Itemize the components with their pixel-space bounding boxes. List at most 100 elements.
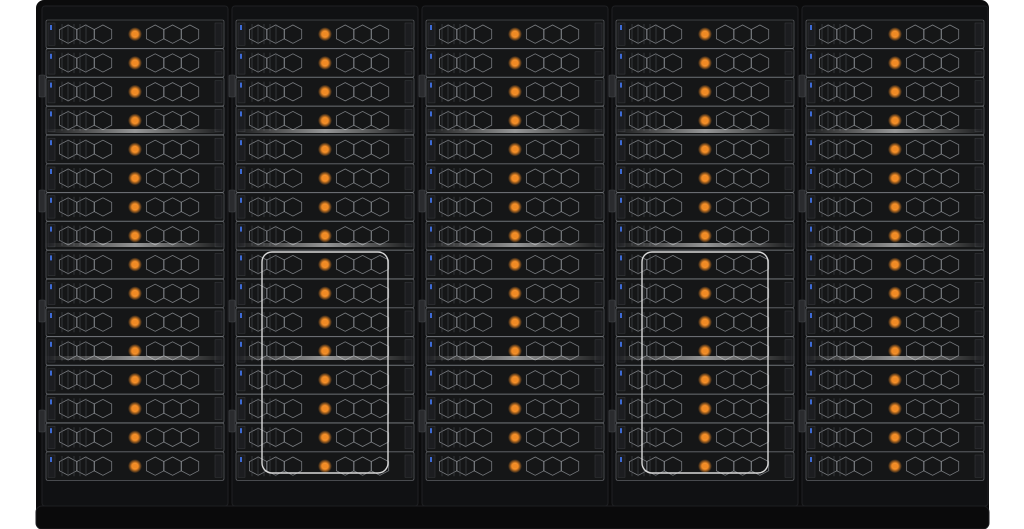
side-led	[620, 255, 622, 261]
server-ear-right	[974, 425, 983, 449]
server-unit	[425, 48, 605, 78]
side-led	[810, 53, 812, 59]
status-led	[701, 233, 709, 239]
server-unit	[805, 163, 985, 193]
server-unit	[45, 365, 225, 395]
status-led	[701, 118, 709, 123]
server-unit	[805, 19, 985, 49]
server-unit	[805, 307, 985, 337]
server-unit	[425, 192, 605, 222]
server-ear-right	[784, 166, 793, 190]
side-led	[620, 457, 622, 462]
side-led	[810, 226, 812, 232]
side-led	[240, 255, 242, 261]
server-ear-right	[784, 310, 793, 334]
side-led	[810, 428, 812, 434]
status-led	[891, 319, 899, 325]
rack-handle	[608, 74, 616, 98]
server-unit	[45, 48, 225, 78]
side-led	[430, 82, 432, 88]
server-ear-right	[404, 166, 413, 190]
server-ear-right	[214, 281, 223, 305]
server-ear-right	[974, 281, 983, 305]
server-unit	[235, 163, 415, 193]
rack-handle	[798, 74, 806, 98]
rack-handle	[798, 299, 806, 323]
shelf-reflection	[804, 129, 986, 133]
server-ear-right	[784, 281, 793, 305]
status-led	[891, 290, 899, 296]
server-ear-right	[974, 397, 983, 420]
server-ear-right	[214, 195, 223, 219]
server-ear-right	[214, 137, 223, 161]
side-led	[50, 82, 52, 88]
side-led	[240, 140, 242, 146]
server-unit	[805, 48, 985, 78]
server-unit	[615, 19, 795, 49]
side-led	[50, 341, 52, 347]
server-ear-right	[784, 368, 793, 392]
side-led	[430, 111, 432, 117]
status-led	[131, 319, 139, 325]
status-led	[511, 406, 519, 411]
server-ear-right	[214, 166, 223, 190]
status-led	[891, 463, 899, 469]
server-ear-right	[784, 425, 793, 449]
rack-handle	[798, 409, 806, 433]
status-led	[891, 434, 899, 440]
cabinet-plinth	[35, 505, 990, 529]
status-led	[701, 348, 709, 354]
side-led	[810, 313, 812, 318]
server-ear-right	[404, 368, 413, 392]
server-ear-right	[214, 51, 223, 75]
side-led	[620, 370, 622, 376]
status-led	[511, 175, 519, 181]
server-unit	[425, 394, 605, 423]
server-unit	[45, 422, 225, 452]
server-unit	[805, 134, 985, 164]
server-unit	[425, 451, 605, 481]
side-led	[620, 169, 622, 174]
status-led	[511, 233, 519, 239]
rack-handle	[418, 409, 426, 433]
status-led	[891, 175, 899, 181]
server-unit	[235, 192, 415, 222]
server-ear-right	[594, 281, 603, 305]
server-unit	[805, 192, 985, 222]
status-led	[131, 60, 139, 66]
status-led	[131, 348, 139, 354]
status-led	[321, 377, 329, 383]
status-led	[701, 406, 709, 411]
side-led	[810, 284, 812, 290]
shelf-reflection	[424, 129, 606, 133]
rack-handle	[608, 409, 616, 433]
server-unit	[805, 394, 985, 423]
status-led	[891, 146, 899, 152]
rack-handle	[38, 299, 46, 323]
server-ear-right	[404, 281, 413, 305]
server-ear-right	[214, 22, 223, 46]
server-unit	[235, 19, 415, 49]
server-ear-right	[594, 80, 603, 104]
shelf-reflection	[44, 129, 226, 133]
server-ear-right	[594, 137, 603, 161]
server-unit	[45, 19, 225, 49]
status-led	[511, 204, 519, 210]
server-ear-right	[974, 80, 983, 104]
side-led	[240, 457, 242, 462]
status-led	[131, 118, 139, 123]
status-led	[701, 377, 709, 383]
side-led	[50, 25, 52, 30]
side-led	[50, 111, 52, 117]
server-ear-right	[404, 253, 413, 276]
server-unit	[425, 365, 605, 395]
side-led	[810, 197, 812, 203]
status-led	[321, 463, 329, 469]
server-ear-right	[784, 253, 793, 276]
server-unit	[615, 163, 795, 193]
server-unit	[805, 336, 985, 366]
status-led	[321, 175, 329, 181]
side-led	[50, 370, 52, 376]
side-led	[240, 284, 242, 290]
side-led	[620, 111, 622, 117]
